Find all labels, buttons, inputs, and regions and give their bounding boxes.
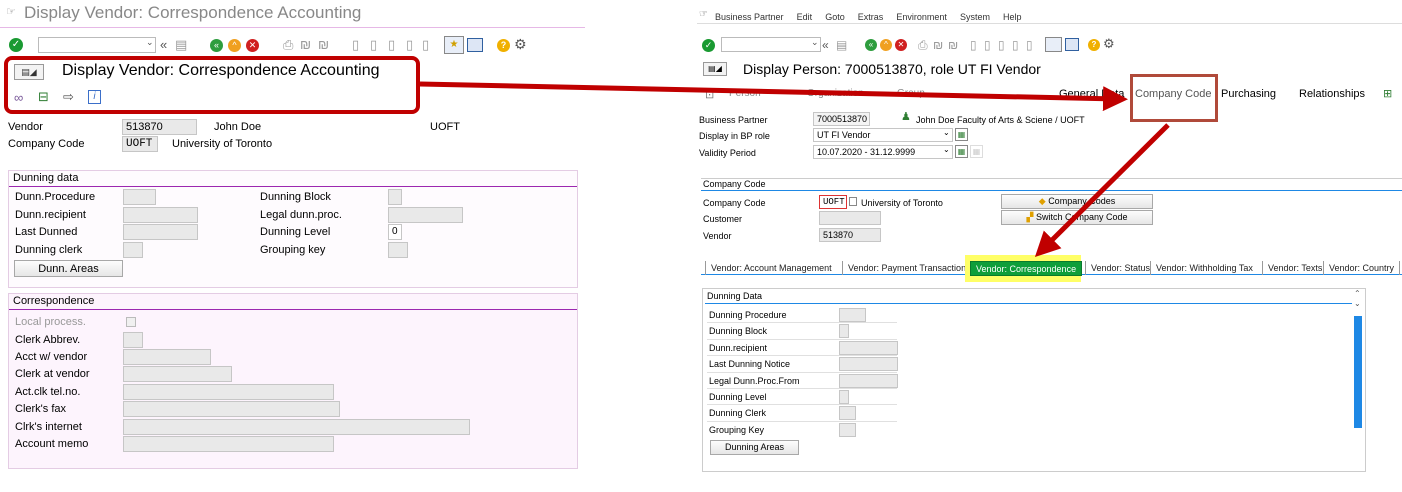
arrow-to-company-code — [419, 81, 1128, 112]
arrow-to-correspondence-tab — [1034, 123, 1170, 258]
annotation-arrows — [419, 81, 1170, 258]
